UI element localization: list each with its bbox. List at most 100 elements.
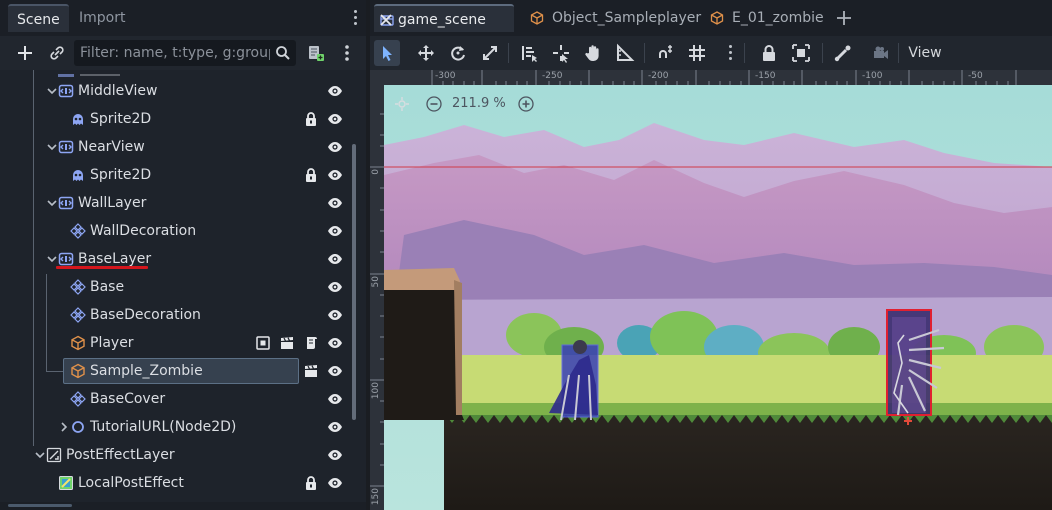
tree-row[interactable]: WallDecoration (0, 217, 350, 245)
cursor-icon (383, 46, 392, 61)
instantiate-scene-button[interactable] (46, 42, 68, 64)
visibility-eye-icon[interactable] (327, 307, 343, 323)
scale-tool-button[interactable] (479, 42, 501, 64)
open-in-editor-icon[interactable] (303, 363, 319, 379)
filter-input[interactable] (80, 40, 270, 66)
packed-scene-icon (530, 11, 544, 25)
zoom-level[interactable]: 211.9 % (452, 96, 506, 112)
scene-canvas[interactable] (384, 85, 1052, 510)
tab-game-scene[interactable]: game_scene (374, 4, 514, 32)
group-icon (792, 44, 810, 62)
scene-tree-more-button[interactable] (336, 42, 358, 64)
tree-row[interactable]: NearView (0, 133, 350, 161)
visibility-eye-icon[interactable] (327, 251, 343, 267)
tree-row[interactable]: WallLayer (0, 189, 350, 217)
tree-row[interactable]: Base (0, 273, 350, 301)
tree-row[interactable]: PostEffectLayer (0, 441, 350, 469)
snap-options-icon[interactable] (727, 45, 733, 63)
visibility-eye-icon[interactable] (327, 279, 343, 295)
color-rect-icon (58, 475, 74, 491)
visibility-eye-icon[interactable] (327, 391, 343, 407)
open-in-editor-icon[interactable] (279, 335, 295, 351)
lock-icon[interactable] (303, 167, 319, 183)
chevron-down-icon[interactable] (34, 448, 46, 462)
chevron-down-icon[interactable] (46, 196, 58, 210)
tree-row[interactable]: Sample_Zombie (0, 357, 350, 385)
visibility-eye-icon[interactable] (327, 475, 343, 491)
move-tool-button[interactable] (415, 42, 437, 64)
ruler-tool-button[interactable] (614, 42, 636, 64)
ruler-vertical: 0 50 100 150 (370, 85, 384, 510)
zoom-in-icon[interactable] (518, 96, 534, 112)
tree-row[interactable]: BaseCover (0, 385, 350, 413)
view-menu-button[interactable]: View (902, 41, 948, 65)
zoom-out-icon[interactable] (426, 96, 442, 112)
scrollbar-thumb[interactable] (352, 144, 356, 420)
tree-row[interactable]: TutorialURL(Node2D) (0, 413, 350, 441)
scale-icon (483, 46, 497, 60)
chevron-down-icon[interactable] (46, 252, 58, 266)
parallax-node-icon (58, 195, 74, 211)
search-icon[interactable] (274, 44, 292, 62)
center-view-icon[interactable] (394, 96, 410, 112)
ruler-icon (617, 43, 635, 61)
pan-tool-button[interactable] (582, 42, 604, 64)
chevron-down-icon[interactable] (46, 84, 58, 98)
dock-menu-icon[interactable] (350, 10, 360, 28)
lock-icon[interactable] (303, 475, 319, 491)
tree-row[interactable]: Sprite2D (0, 105, 350, 133)
script-icon[interactable] (303, 335, 319, 351)
visibility-eye-icon[interactable] (327, 139, 343, 155)
skeleton-button[interactable] (832, 42, 854, 64)
snap-icon (659, 45, 672, 58)
canvas-toolbar: View (370, 36, 1052, 70)
toolbar-separator (898, 43, 899, 63)
list-select-button[interactable] (518, 42, 540, 64)
tilemap-icon (70, 391, 86, 407)
visibility-eye-icon[interactable] (327, 419, 343, 435)
visibility-eye-icon[interactable] (327, 111, 343, 127)
grid-snap-button[interactable] (686, 42, 708, 64)
tree-row-label: Sprite2D (90, 167, 152, 183)
tree-row[interactable]: BaseDecoration (0, 301, 350, 329)
group-icon[interactable] (255, 335, 271, 351)
select-tool-button[interactable] (374, 40, 400, 66)
chevron-right-icon[interactable] (58, 420, 70, 434)
tree-row[interactable]: LocalPostEffect (0, 469, 350, 497)
attach-script-button[interactable] (304, 42, 326, 64)
tree-row[interactable]: Sprite2D (0, 161, 350, 189)
game-camera-icon (874, 46, 888, 59)
close-icon[interactable] (380, 14, 392, 26)
visibility-eye-icon[interactable] (327, 447, 343, 463)
pivot-tool-button[interactable] (550, 42, 572, 64)
visibility-eye-icon[interactable] (327, 335, 343, 351)
lock-icon[interactable] (303, 111, 319, 127)
camera-override-button[interactable] (870, 42, 892, 64)
tree-scrollbar[interactable] (350, 70, 358, 502)
chevron-down-icon[interactable] (46, 140, 58, 154)
add-tab-icon[interactable] (836, 10, 852, 26)
tab-label: Object_Sampleplayer (552, 10, 702, 26)
smart-snap-button[interactable] (654, 42, 676, 64)
hand-icon (585, 45, 599, 61)
tab-object-sampleplayer[interactable]: Object_Sampleplayer (530, 4, 702, 32)
tree-row-label: TutorialURL(Node2D) (90, 419, 237, 435)
tree-row[interactable]: Player (0, 329, 350, 357)
parallax-node-icon (58, 251, 74, 267)
group-button[interactable] (790, 42, 812, 64)
canvas-viewport[interactable]: -300 -250 -200 -150 -100 -50 0 50 100 15… (370, 70, 1052, 510)
rotate-tool-button[interactable] (447, 42, 469, 64)
visibility-eye-icon[interactable] (327, 83, 343, 99)
tab-e01-zombie[interactable]: E_01_zombie (710, 4, 830, 32)
lock-button[interactable] (758, 42, 780, 64)
tree-row[interactable]: MiddleView (0, 77, 350, 105)
tab-import[interactable]: Import (70, 4, 134, 32)
visibility-eye-icon[interactable] (327, 223, 343, 239)
visibility-eye-icon[interactable] (327, 363, 343, 379)
visibility-eye-icon[interactable] (327, 195, 343, 211)
tree-row[interactable]: BaseLayer (0, 245, 350, 273)
visibility-eye-icon[interactable] (327, 167, 343, 183)
add-node-button[interactable] (14, 42, 36, 64)
tree-row-partial (0, 70, 350, 77)
tab-scene[interactable]: Scene (8, 4, 69, 32)
